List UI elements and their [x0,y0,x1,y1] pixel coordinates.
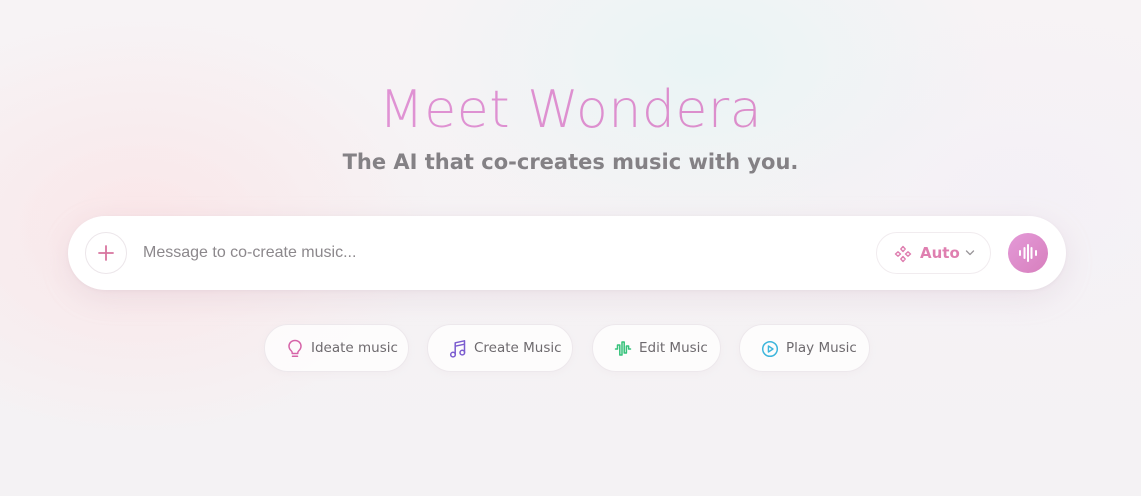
chip-label: Ideate music [311,340,398,356]
chip-label: Play Music [786,340,857,356]
chip-label: Create Music [474,340,562,356]
play-circle-icon [761,340,779,358]
plus-icon [98,245,114,261]
sparkle-diamond-icon [894,245,912,263]
add-attachment-button[interactable] [85,232,127,274]
hero-title: Meet Wondera [0,78,1141,142]
edit-music-chip[interactable]: Edit Music [592,324,721,372]
voice-input-button[interactable] [1008,233,1048,273]
lightbulb-icon [288,339,302,357]
mode-label: Auto [920,244,960,262]
create-music-chip[interactable]: Create Music [427,324,573,372]
hero-subtitle: The AI that co-creates music with you. [342,150,799,174]
message-composer: Auto [68,216,1066,290]
chip-label: Edit Music [639,340,708,356]
voice-waveform-icon [1019,244,1037,262]
music-note-icon [449,340,466,358]
play-music-chip[interactable]: Play Music [739,324,870,372]
ideate-music-chip[interactable]: Ideate music [264,324,409,372]
message-input[interactable] [143,238,843,268]
mode-select[interactable]: Auto [876,232,991,274]
waveform-icon [614,341,632,356]
chevron-down-icon [965,250,975,256]
